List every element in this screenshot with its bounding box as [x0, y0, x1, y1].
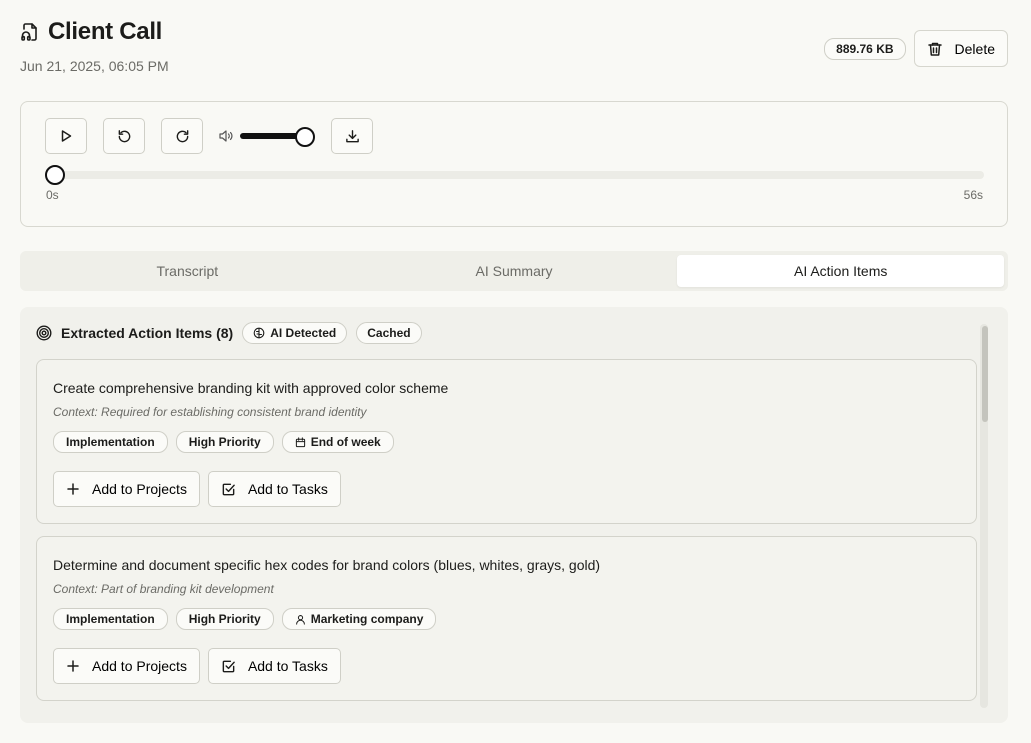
action-item-context: Context: Required for establishing consi…	[53, 405, 367, 419]
header-actions: 889.76 KB Delete	[824, 30, 1008, 67]
seek-thumb[interactable]	[45, 165, 65, 185]
action-item-actions: Add to Projects Add to Tasks	[53, 648, 341, 684]
play-button[interactable]	[45, 118, 87, 154]
add-to-projects-button[interactable]: Add to Projects	[53, 648, 200, 684]
priority-tag: High Priority	[175, 608, 274, 630]
tab-ai-summary[interactable]: AI Summary	[351, 255, 678, 287]
seek-bar[interactable]	[47, 171, 984, 179]
rotate-ccw-icon	[117, 129, 132, 144]
type-tag: Implementation	[53, 431, 168, 453]
add-to-tasks-label: Add to Tasks	[247, 658, 328, 674]
panel-title: Extracted Action Items (8)	[61, 325, 234, 341]
page-title: Client Call	[48, 18, 163, 45]
checkbox-icon	[221, 659, 236, 674]
due-label: End of week	[310, 435, 381, 449]
rotate-cw-icon	[175, 129, 190, 144]
assignee-label: Marketing company	[310, 612, 424, 626]
action-item-actions: Add to Projects Add to Tasks	[53, 471, 341, 507]
priority-tag: High Priority	[175, 431, 274, 453]
add-to-projects-label: Add to Projects	[92, 481, 187, 497]
delete-button[interactable]: Delete	[913, 30, 1008, 67]
calendar-icon	[295, 436, 306, 448]
cached-badge: Cached	[356, 322, 422, 344]
action-item-title: Determine and document specific hex code…	[53, 557, 601, 573]
tab-ai-action-items[interactable]: AI Action Items	[677, 255, 1005, 287]
plus-icon	[66, 482, 80, 496]
brain-icon	[253, 327, 265, 339]
current-time: 0s	[46, 188, 59, 202]
duration: 56s	[963, 188, 983, 202]
add-to-tasks-label: Add to Tasks	[247, 481, 328, 497]
trash-icon	[927, 41, 943, 57]
add-to-projects-label: Add to Projects	[92, 658, 187, 674]
rewind-button[interactable]	[103, 118, 145, 154]
forward-button[interactable]	[161, 118, 203, 154]
recording-header: Client Call Jun 21, 2025, 06:05 PM 889.7…	[20, 18, 1008, 80]
action-item-tags: Implementation High Priority End of week	[53, 431, 394, 453]
volume-slider-thumb[interactable]	[295, 127, 315, 147]
scrollbar-thumb[interactable]	[982, 326, 988, 422]
ai-detected-badge: AI Detected	[242, 322, 348, 344]
plus-icon	[66, 659, 80, 673]
play-icon	[59, 129, 73, 143]
volume-icon	[219, 130, 233, 142]
add-to-tasks-button[interactable]: Add to Tasks	[207, 471, 341, 507]
action-item-tags: Implementation High Priority Marketing c…	[53, 608, 437, 630]
add-to-projects-button[interactable]: Add to Projects	[53, 471, 200, 507]
action-item-card: Determine and document specific hex code…	[36, 536, 977, 701]
checkbox-icon	[221, 482, 236, 497]
ai-detected-label: AI Detected	[270, 326, 337, 340]
delete-label: Delete	[954, 40, 995, 57]
add-to-tasks-button[interactable]: Add to Tasks	[207, 648, 341, 684]
action-item-card: Create comprehensive branding kit with a…	[36, 359, 977, 524]
user-icon	[295, 614, 306, 625]
type-tag: Implementation	[53, 608, 168, 630]
audio-player: 0s 56s	[20, 101, 1008, 227]
action-item-context: Context: Part of branding kit developmen…	[53, 582, 274, 596]
tab-bar: Transcript AI Summary AI Action Items	[20, 251, 1008, 291]
download-icon	[345, 129, 360, 144]
due-tag: End of week	[281, 431, 394, 453]
audio-file-icon	[20, 22, 40, 42]
download-button[interactable]	[331, 118, 373, 154]
tab-transcript[interactable]: Transcript	[24, 255, 351, 287]
assignee-tag: Marketing company	[281, 608, 437, 630]
action-items-panel: Extracted Action Items (8) AI Detected C…	[20, 307, 1008, 723]
action-item-title: Create comprehensive branding kit with a…	[53, 380, 449, 396]
target-icon	[36, 325, 52, 341]
file-size-badge: 889.76 KB	[824, 37, 906, 60]
panel-header: Extracted Action Items (8) AI Detected C…	[36, 322, 422, 344]
